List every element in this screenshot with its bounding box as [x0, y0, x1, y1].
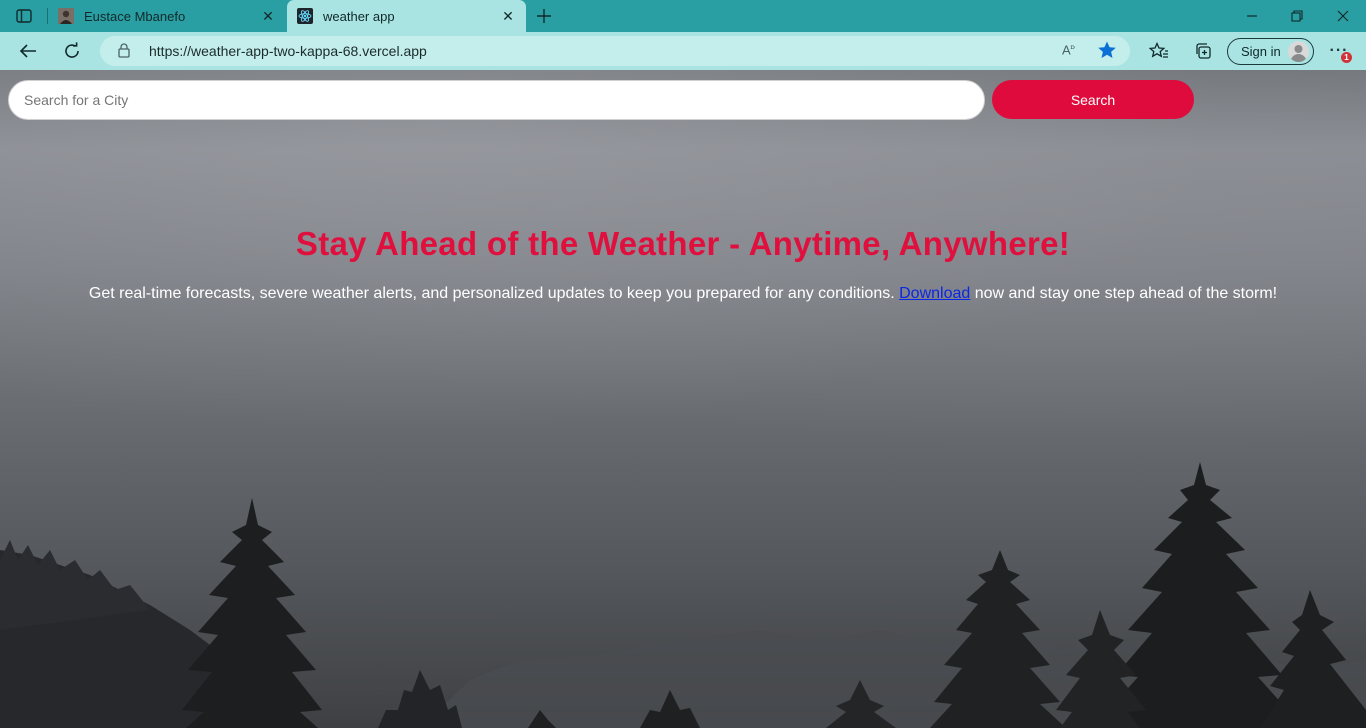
react-icon — [297, 8, 313, 24]
search-button[interactable]: Search — [992, 80, 1194, 119]
tagline-text-start: Get real-time forecasts, severe weather … — [88, 285, 900, 302]
avatar-icon — [1288, 41, 1309, 62]
tab-title: weather app — [323, 9, 395, 24]
address-bar[interactable]: https://weather-app-two-kappa-68.vercel.… — [100, 36, 1130, 66]
forest-background-image — [0, 462, 1366, 728]
back-arrow-icon[interactable] — [14, 38, 42, 64]
weather-page: Search Stay Ahead of the Weather - Anyti… — [0, 70, 1366, 728]
close-tab-icon[interactable]: ✕ — [260, 8, 276, 24]
tab-weather-app[interactable]: weather app ✕ — [287, 0, 526, 32]
minimize-icon[interactable] — [1229, 0, 1275, 32]
new-tab-icon[interactable] — [533, 5, 555, 27]
restore-icon[interactable] — [1274, 0, 1320, 32]
city-search-input[interactable] — [8, 80, 985, 120]
download-link[interactable]: Download — [899, 285, 970, 302]
url-text[interactable]: https://weather-app-two-kappa-68.vercel.… — [149, 43, 427, 59]
favorites-icon[interactable] — [1145, 38, 1173, 64]
lock-icon[interactable] — [118, 43, 130, 63]
tagline-paragraph: Get real-time forecasts, severe weather … — [0, 285, 1366, 303]
notification-badge: 1 — [1341, 52, 1352, 63]
sign-in-button[interactable]: Sign in — [1227, 38, 1314, 65]
close-tab-icon[interactable]: ✕ — [500, 8, 516, 24]
browser-toolbar: https://weather-app-two-kappa-68.vercel.… — [0, 32, 1366, 70]
close-window-icon[interactable] — [1320, 0, 1366, 32]
read-aloud-icon[interactable]: Aꭰ — [1062, 42, 1075, 57]
profile-photo-icon — [58, 8, 74, 24]
tagline-text-end: now and stay one step ahead of the storm… — [970, 285, 1278, 302]
page-headline: Stay Ahead of the Weather - Anytime, Any… — [295, 225, 1071, 262]
tab-title: Eustace Mbanefo — [84, 9, 186, 24]
collections-icon[interactable] — [1189, 38, 1217, 64]
tab-eustace-mbanefo[interactable]: Eustace Mbanefo ✕ — [47, 0, 286, 32]
favorite-star-icon[interactable] — [1097, 40, 1117, 65]
tab-actions-icon[interactable] — [10, 6, 38, 26]
refresh-icon[interactable] — [58, 38, 86, 64]
tab-bar: Eustace Mbanefo ✕ weather app ✕ — [0, 0, 1366, 32]
sign-in-label: Sign in — [1241, 44, 1281, 59]
